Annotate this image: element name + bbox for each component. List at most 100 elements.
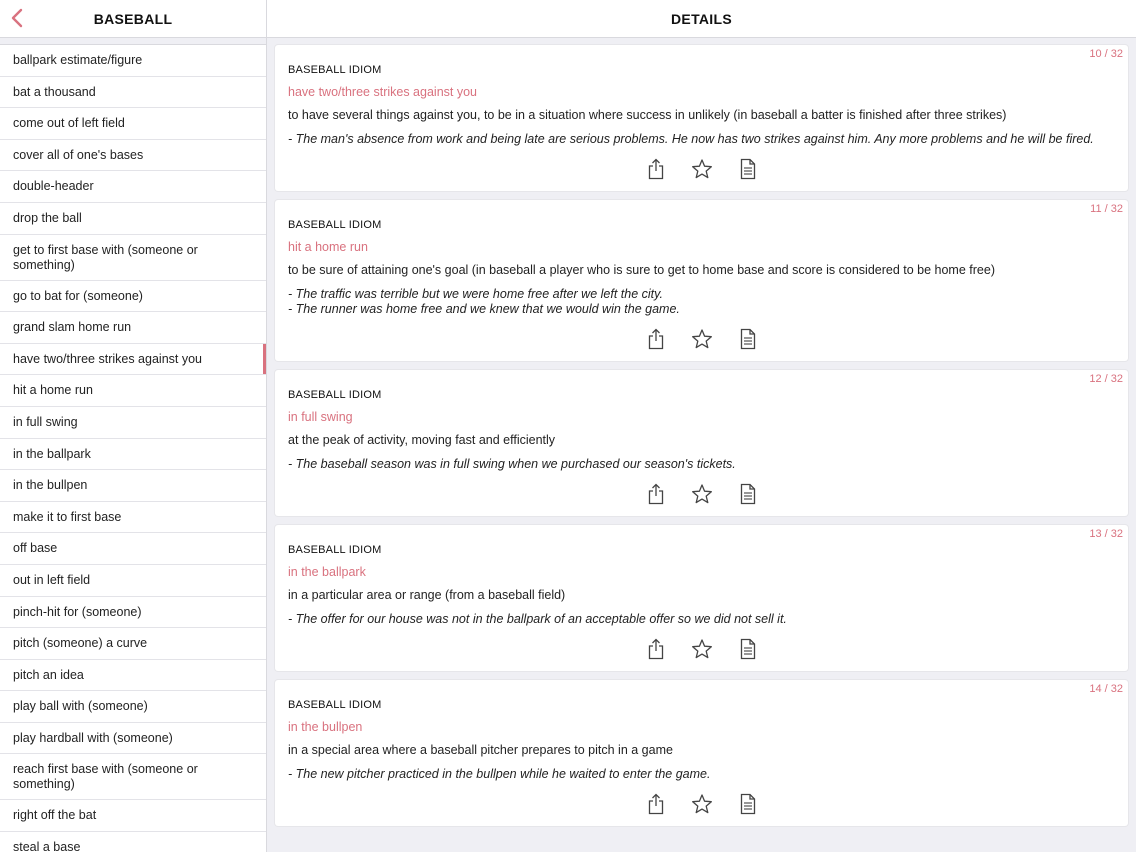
- notes-button[interactable]: [736, 482, 760, 506]
- details-panel: DETAILS 10 / 32 BASEBALL IDIOM have two/th…: [267, 0, 1136, 852]
- notes-button[interactable]: [736, 792, 760, 816]
- card-category: BASEBALL IDIOM: [288, 389, 382, 401]
- sidebar-item[interactable]: double-header: [0, 171, 266, 203]
- notes-button[interactable]: [736, 637, 760, 661]
- sidebar-title: BASEBALL: [93, 11, 173, 27]
- details-title: DETAILS: [671, 11, 732, 27]
- card-example: - The offer for our house was not in the…: [288, 612, 787, 626]
- sidebar-item[interactable]: pitch (someone) a curve: [0, 628, 266, 660]
- sidebar-spacer: [0, 38, 266, 45]
- share-icon: [648, 158, 664, 180]
- star-icon: [692, 639, 712, 659]
- idiom-card: 11 / 32 BASEBALL IDIOM hit a home run to be…: [275, 200, 1128, 361]
- card-examples: - The man's absence from work and being …: [288, 132, 1116, 147]
- card-counter: 13 / 32: [1089, 528, 1123, 540]
- card-category: BASEBALL IDIOM: [288, 544, 382, 556]
- card-idiom: have two/three strikes against you: [288, 85, 477, 99]
- sidebar-item[interactable]: play hardball with (someone): [0, 723, 266, 755]
- document-icon: [740, 158, 756, 180]
- favorite-button[interactable]: [690, 637, 714, 661]
- share-button[interactable]: [644, 637, 668, 661]
- document-icon: [740, 638, 756, 660]
- sidebar-item[interactable]: grand slam home run: [0, 312, 266, 344]
- share-icon: [648, 328, 664, 350]
- sidebar-item[interactable]: in the bullpen: [0, 470, 266, 502]
- sidebar: BASEBALL ballpark estimate/figure bat a t…: [0, 0, 267, 852]
- sidebar-item[interactable]: bat a thousand: [0, 77, 266, 109]
- card-examples: - The baseball season was in full swing …: [288, 457, 1116, 472]
- sidebar-item[interactable]: out in left field: [0, 565, 266, 597]
- share-icon: [648, 638, 664, 660]
- idiom-card: 13 / 32 BASEBALL IDIOM in the ballpark in a…: [275, 525, 1128, 671]
- favorite-button[interactable]: [690, 327, 714, 351]
- share-icon: [648, 793, 664, 815]
- sidebar-item[interactable]: come out of left field: [0, 108, 266, 140]
- sidebar-item[interactable]: go to bat for (someone): [0, 281, 266, 313]
- card-counter: 12 / 32: [1089, 373, 1123, 385]
- card-counter: 14 / 32: [1089, 683, 1123, 695]
- sidebar-item[interactable]: ballpark estimate/figure: [0, 45, 266, 77]
- sidebar-item[interactable]: reach first base with (someone or someth…: [0, 754, 266, 801]
- favorite-button[interactable]: [690, 157, 714, 181]
- sidebar-item[interactable]: play ball with (someone): [0, 691, 266, 723]
- card-definition: to be sure of attaining one's goal (in b…: [288, 263, 995, 277]
- star-icon: [692, 794, 712, 814]
- sidebar-header: BASEBALL: [0, 0, 266, 38]
- card-actions: [288, 327, 1116, 351]
- idiom-card: 14 / 32 BASEBALL IDIOM in the bullpen in a …: [275, 680, 1128, 826]
- card-definition: in a particular area or range (from a ba…: [288, 588, 566, 602]
- card-definition: in a special area where a baseball pitch…: [288, 743, 673, 757]
- card-idiom: in the bullpen: [288, 720, 363, 734]
- sidebar-item[interactable]: pinch-hit for (someone): [0, 597, 266, 629]
- sidebar-item[interactable]: off base: [0, 533, 266, 565]
- favorite-button[interactable]: [690, 482, 714, 506]
- sidebar-item[interactable]: get to first base with (someone or somet…: [0, 235, 266, 281]
- sidebar-item[interactable]: right off the bat: [0, 800, 266, 833]
- idiom-list: ballpark estimate/figure bat a thousand co…: [0, 45, 266, 852]
- document-icon: [740, 483, 756, 505]
- notes-button[interactable]: [736, 157, 760, 181]
- document-icon: [740, 793, 756, 815]
- card-example: - The new pitcher practiced in the bullp…: [288, 767, 711, 781]
- notes-button[interactable]: [736, 327, 760, 351]
- card-actions: [288, 637, 1116, 661]
- card-example: - The baseball season was in full swing …: [288, 457, 736, 471]
- card-example: - The runner was home free and we knew t…: [288, 302, 680, 316]
- sidebar-item[interactable]: hit a home run: [0, 375, 266, 407]
- card-actions: [288, 482, 1116, 506]
- sidebar-item[interactable]: drop the ball: [0, 203, 266, 235]
- idiom-card: 12 / 32 BASEBALL IDIOM in full swing at the…: [275, 370, 1128, 516]
- sidebar-item[interactable]: in full swing: [0, 407, 266, 439]
- card-example: - The man's absence from work and being …: [288, 132, 1094, 146]
- idiom-card: 10 / 32 BASEBALL IDIOM have two/three stri…: [275, 45, 1128, 191]
- share-icon: [648, 483, 664, 505]
- card-definition: at the peak of activity, moving fast and…: [288, 433, 556, 447]
- star-icon: [692, 329, 712, 349]
- card-examples: - The traffic was terrible but we were h…: [288, 287, 1116, 317]
- card-example: - The traffic was terrible but we were h…: [288, 287, 663, 301]
- sidebar-item[interactable]: make it to first base: [0, 502, 266, 534]
- sidebar-item[interactable]: pitch an idea: [0, 660, 266, 692]
- card-list: 10 / 32 BASEBALL IDIOM have two/three stri…: [267, 38, 1136, 826]
- card-examples: - The offer for our house was not in the…: [288, 612, 1116, 627]
- document-icon: [740, 328, 756, 350]
- sidebar-item[interactable]: have two/three strikes against you: [0, 343, 266, 376]
- card-counter: 10 / 32: [1089, 48, 1123, 60]
- sidebar-item[interactable]: steal a base: [0, 832, 266, 852]
- card-actions: [288, 157, 1116, 181]
- card-idiom: hit a home run: [288, 240, 368, 254]
- card-idiom: in full swing: [288, 410, 353, 424]
- sidebar-item[interactable]: in the ballpark: [0, 439, 266, 471]
- star-icon: [692, 484, 712, 504]
- share-button[interactable]: [644, 482, 668, 506]
- sidebar-item[interactable]: cover all of one's bases: [0, 140, 266, 172]
- card-idiom: in the ballpark: [288, 565, 366, 579]
- favorite-button[interactable]: [690, 792, 714, 816]
- share-button[interactable]: [644, 792, 668, 816]
- card-actions: [288, 792, 1116, 816]
- star-icon: [692, 159, 712, 179]
- share-button[interactable]: [644, 157, 668, 181]
- card-category: BASEBALL IDIOM: [288, 699, 382, 711]
- share-button[interactable]: [644, 327, 668, 351]
- card-category: BASEBALL IDIOM: [288, 219, 382, 231]
